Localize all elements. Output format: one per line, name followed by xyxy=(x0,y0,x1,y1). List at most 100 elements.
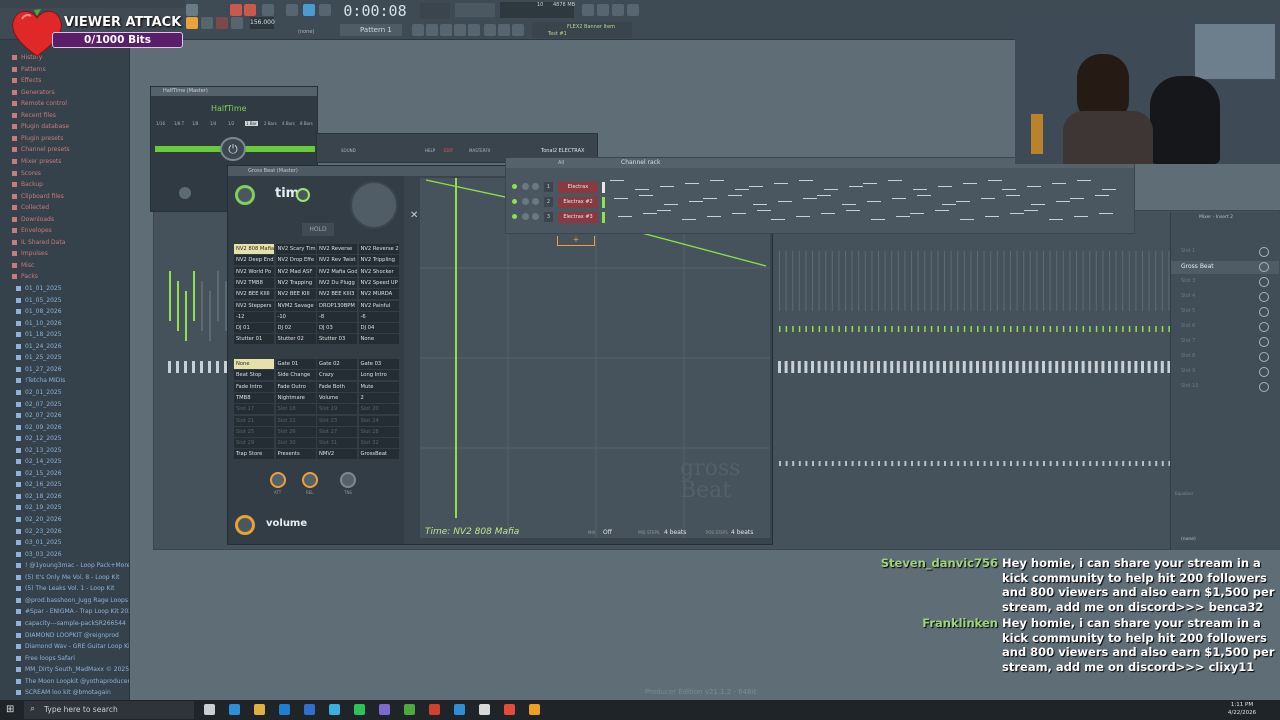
piano-roll-button[interactable] xyxy=(426,24,438,36)
mixer-fader[interactable] xyxy=(976,361,979,373)
preset-slot[interactable]: Slot 30 xyxy=(275,438,316,449)
mixer-route-button[interactable] xyxy=(963,461,966,466)
time-power-icon[interactable] xyxy=(296,188,310,202)
mixer-fader[interactable] xyxy=(982,361,986,373)
mixer-route-button[interactable] xyxy=(924,461,927,466)
mixer-route-button[interactable] xyxy=(831,461,834,466)
mixer-route-button[interactable] xyxy=(957,461,960,466)
browser-item[interactable]: Downloads xyxy=(0,214,129,225)
browser-button[interactable] xyxy=(468,24,480,36)
preset-slot[interactable]: DJ 01 xyxy=(234,323,274,334)
mixer-fader[interactable] xyxy=(1068,361,1072,373)
mixer-fader[interactable] xyxy=(1035,361,1039,373)
channel-number[interactable]: 3 xyxy=(544,212,553,222)
channel-mute-led[interactable] xyxy=(512,199,517,204)
electrax-tab-sound[interactable]: SOUND xyxy=(341,148,356,153)
preset-slot[interactable]: DJ 03 xyxy=(317,323,357,334)
mixer-route-button[interactable] xyxy=(1049,461,1052,466)
browser-item[interactable]: Channel presets xyxy=(0,144,129,155)
grossbeat-dial[interactable] xyxy=(350,181,398,229)
browser-item[interactable]: Diamond Wav - GRE Guitar Loop Kit xyxy=(0,641,129,652)
mixer-fader[interactable] xyxy=(903,361,907,373)
mixer-route-button[interactable] xyxy=(1089,461,1092,466)
browser-item[interactable]: Free loops Safari xyxy=(0,653,129,664)
preset-slot[interactable]: Beat Stop xyxy=(234,370,274,381)
preset-slot[interactable]: Slot 26 xyxy=(275,426,316,437)
step-edit-button[interactable] xyxy=(286,4,298,16)
browser-item[interactable]: Misc xyxy=(0,260,129,271)
mixer-route-button[interactable] xyxy=(818,461,821,466)
mixer-route-button[interactable] xyxy=(779,461,781,466)
channel-filter[interactable]: All xyxy=(558,160,564,166)
hold-button[interactable]: HOLD xyxy=(302,223,334,236)
mixer-fader[interactable] xyxy=(817,361,821,373)
preset-slot[interactable]: NV2 BEE KIIII xyxy=(234,289,274,300)
mixer-fader[interactable] xyxy=(1121,361,1125,373)
preset-slot[interactable]: DJ 04 xyxy=(358,323,399,334)
channel-mute-led[interactable] xyxy=(512,214,517,219)
preset-slot[interactable]: Gate 03 xyxy=(358,359,399,369)
mixer-fader[interactable] xyxy=(200,361,203,373)
preset-slot[interactable]: NV2 World Po xyxy=(234,266,274,277)
browser-item[interactable]: 01_10_2026 xyxy=(0,318,129,329)
browser-item[interactable]: 03_01_2025 xyxy=(0,537,129,548)
mixer-route-button[interactable] xyxy=(1023,461,1026,466)
mixer-fader[interactable] xyxy=(850,361,854,373)
browser-item[interactable]: Backup xyxy=(0,179,129,190)
preset-slot[interactable]: DJ 02 xyxy=(275,323,316,334)
attack-knob[interactable] xyxy=(270,472,286,488)
insert-slot-toggle[interactable] xyxy=(1259,247,1269,257)
preset-slot[interactable]: NVM2 Savage xyxy=(275,300,316,311)
stop-button[interactable] xyxy=(201,17,213,29)
mixer-fader[interactable] xyxy=(936,361,940,373)
mix-value[interactable]: Off xyxy=(603,529,612,536)
mixer-fader[interactable] xyxy=(176,361,179,373)
insert-slot-toggle[interactable] xyxy=(1259,262,1269,272)
channel-piano-roll-preview[interactable] xyxy=(610,210,1124,224)
halftime-rate-option[interactable]: 1/8 T xyxy=(173,121,185,126)
browser-item[interactable]: (5) It's Only Me Vol. 8 - Loop Kit xyxy=(0,572,129,583)
insert-slot[interactable]: Slot 4 xyxy=(1171,291,1279,304)
preset-slot[interactable]: DROP130BPM xyxy=(317,300,357,311)
settings-button[interactable] xyxy=(582,4,594,16)
mixer-route-button[interactable] xyxy=(937,461,940,466)
insert-slot-toggle[interactable] xyxy=(1259,307,1269,317)
tension-knob[interactable] xyxy=(340,472,356,488)
mixer-route-button[interactable] xyxy=(1056,461,1059,466)
mixer-fader[interactable] xyxy=(216,361,219,373)
preset-slot[interactable]: Presents xyxy=(275,449,316,460)
mixer-route-button[interactable] xyxy=(944,461,946,466)
mixer-route-button[interactable] xyxy=(1142,461,1144,466)
preset-slot[interactable]: Slot 23 xyxy=(317,415,357,426)
insert-slot[interactable]: Slot 1 xyxy=(1171,246,1279,259)
mixer-route-button[interactable] xyxy=(1062,461,1065,466)
mixer-route-button[interactable] xyxy=(904,461,907,466)
audio-button[interactable] xyxy=(597,4,609,16)
mixer-route-button[interactable] xyxy=(996,461,999,466)
mixer-route-button[interactable] xyxy=(1148,461,1151,466)
mixer-fader[interactable] xyxy=(870,361,874,373)
browser-item[interactable]: Generators xyxy=(0,87,129,98)
preset-slot[interactable]: Fade Both xyxy=(317,381,357,392)
taskbar-app-icon[interactable] xyxy=(529,704,540,715)
mixer-fader[interactable] xyxy=(837,361,841,373)
snap-button[interactable] xyxy=(230,4,242,16)
tempo-display[interactable]: 156.000 xyxy=(250,17,275,29)
countdown-button[interactable] xyxy=(319,4,331,16)
mixer-route-button[interactable] xyxy=(1069,461,1072,466)
preset-slot[interactable]: Volume xyxy=(317,392,357,403)
mixer-fader[interactable] xyxy=(1081,361,1085,373)
mixer-fader[interactable] xyxy=(877,361,880,373)
browser-item[interactable]: SCREAM loo kit @bmotagain xyxy=(0,687,129,698)
taskbar-app-icon[interactable] xyxy=(204,704,215,715)
browser-item[interactable]: #Spar - ENIGMA - Trap Loop Kit 2026 xyxy=(0,606,129,617)
mixer-fader[interactable] xyxy=(916,361,920,373)
preset-slot[interactable]: Slot 22 xyxy=(275,415,316,426)
mixer-route-button[interactable] xyxy=(845,461,847,466)
browser-item[interactable]: Envelopes xyxy=(0,225,129,236)
mixer-fader[interactable] xyxy=(1088,361,1092,373)
preset-slot[interactable]: NMV2 xyxy=(317,449,357,460)
add-channel-button[interactable]: + xyxy=(557,236,595,246)
preset-slot[interactable]: -6 xyxy=(358,311,399,322)
pos-steps-value[interactable]: 4 beats xyxy=(731,529,753,536)
